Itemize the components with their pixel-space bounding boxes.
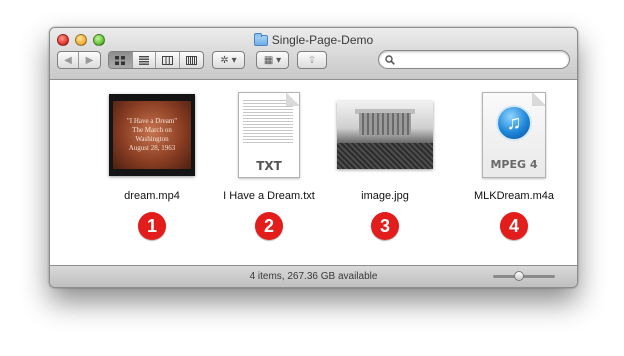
file-item-image-jpg[interactable]: image.jpg 3 — [325, 90, 445, 240]
file-name: MLKDream.m4a — [473, 190, 555, 202]
video-thumbnail: "I Have a Dream" The March on Washington… — [109, 94, 195, 176]
nav-buttons: ◀ ▶ — [57, 51, 101, 69]
window-title: Single-Page-Demo — [271, 33, 374, 47]
column-view-button[interactable] — [156, 52, 180, 68]
icon-view-icon — [115, 55, 126, 65]
action-menu: ✲ ▾ — [212, 51, 245, 69]
file-name: dream.mp4 — [124, 190, 180, 202]
back-button[interactable]: ◀ — [58, 52, 79, 68]
mpeg-label: MPEG 4 — [490, 158, 538, 171]
image-thumbnail — [337, 101, 433, 169]
file-item-dream-txt[interactable]: TXT I Have a Dream.txt 2 — [209, 90, 329, 240]
txt-label: TXT — [256, 159, 282, 173]
view-switcher — [108, 51, 204, 69]
thumb-line: August 28, 1963 — [128, 144, 176, 152]
text-file-icon: TXT — [238, 92, 300, 178]
slider-knob[interactable] — [513, 271, 524, 281]
search-input[interactable] — [399, 52, 563, 67]
number-badge: 2 — [255, 212, 283, 240]
share-button[interactable]: ⇪ — [298, 52, 326, 68]
arrange-menu: ▦ ▾ — [256, 51, 289, 69]
search-field[interactable] — [378, 50, 570, 69]
folder-icon — [253, 32, 268, 46]
back-arrow-icon: ◀ — [64, 54, 72, 66]
file-name: image.jpg — [361, 190, 409, 202]
number-badge: 4 — [500, 212, 528, 240]
number-badge: 1 — [138, 212, 166, 240]
title-bar: Single-Page-Demo — [50, 31, 577, 49]
share-icon: ⇪ — [307, 54, 317, 66]
forward-button[interactable]: ▶ — [79, 52, 100, 68]
status-text: 4 items, 267.36 GB available — [249, 271, 378, 282]
action-menu-button[interactable]: ✲ ▾ — [213, 52, 244, 68]
toolbar: Single-Page-Demo ◀ ▶ ✲ ▾ ▦ ▾ ⇪ — [50, 28, 577, 80]
file-area: "I Have a Dream" The March on Washington… — [50, 80, 577, 266]
icon-size-slider[interactable] — [493, 271, 555, 281]
file-item-mlkdream-m4a[interactable]: ♫ MPEG 4 MLKDream.m4a 4 — [454, 90, 574, 240]
thumb-line: The March on — [132, 126, 172, 134]
list-view-icon — [138, 55, 149, 65]
arrange-menu-button[interactable]: ▦ ▾ — [257, 52, 288, 68]
thumb-line: Washington — [135, 135, 169, 143]
icon-view-button[interactable] — [109, 52, 133, 68]
stage: Single-Page-Demo ◀ ▶ ✲ ▾ ▦ ▾ ⇪ "I Have a… — [0, 0, 624, 356]
thumb-line: "I Have a Dream" — [126, 117, 178, 125]
list-view-button[interactable] — [133, 52, 156, 68]
coverflow-view-icon — [185, 55, 197, 65]
audio-file-icon: ♫ MPEG 4 — [482, 92, 546, 178]
search-icon — [385, 54, 395, 65]
finder-window: Single-Page-Demo ◀ ▶ ✲ ▾ ▦ ▾ ⇪ "I Have a… — [49, 27, 578, 288]
coverflow-view-button[interactable] — [180, 52, 203, 68]
gear-icon: ✲ ▾ — [220, 54, 237, 66]
share-control: ⇪ — [297, 51, 327, 69]
number-badge: 3 — [371, 212, 399, 240]
column-view-icon — [161, 55, 173, 65]
file-name: I Have a Dream.txt — [223, 190, 315, 202]
music-note-icon: ♫ — [496, 105, 532, 141]
arrange-icon: ▦ ▾ — [263, 54, 282, 66]
forward-arrow-icon: ▶ — [85, 54, 94, 66]
file-item-dream-mp4[interactable]: "I Have a Dream" The March on Washington… — [92, 90, 212, 240]
status-bar: 4 items, 267.36 GB available — [50, 265, 577, 287]
